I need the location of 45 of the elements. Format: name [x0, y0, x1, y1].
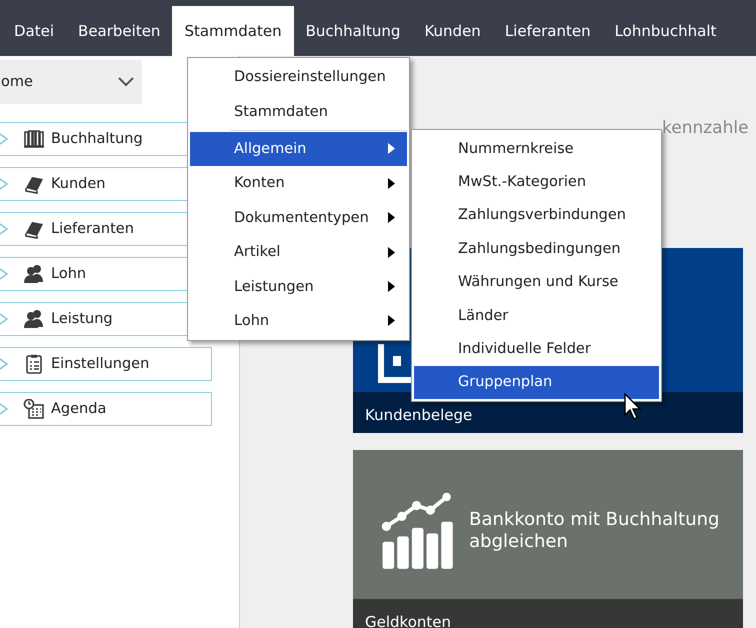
- expand-icon[interactable]: [0, 403, 9, 415]
- menu-item[interactable]: Zahlungsbedingungen: [414, 232, 659, 266]
- menu-item[interactable]: Länder: [414, 298, 659, 332]
- menu-item[interactable]: Stammdaten: [172, 6, 294, 56]
- submenu-arrow-icon: [388, 178, 395, 189]
- tile-caption: Geldkonten: [353, 599, 743, 628]
- section-heading: kennzahle: [662, 118, 749, 138]
- expand-icon[interactable]: [0, 313, 9, 325]
- expand-icon[interactable]: [0, 223, 9, 235]
- sidebar-item[interactable]: Einstellungen: [0, 347, 212, 381]
- home-dropdown[interactable]: ome: [0, 60, 142, 104]
- calendar-icon: [23, 399, 45, 419]
- expand-icon[interactable]: [0, 268, 9, 280]
- dashboard-tile[interactable]: Bankkonto mit Buchhaltung abgleichen Geldkonten: [353, 450, 743, 628]
- people-icon: [23, 309, 45, 329]
- expand-icon[interactable]: [0, 358, 9, 370]
- menu-item[interactable]: Buchhaltung: [294, 6, 412, 56]
- expand-icon[interactable]: [0, 133, 9, 145]
- people-icon: [23, 264, 45, 284]
- menu-item[interactable]: Zahlungsverbindungen: [414, 198, 659, 232]
- menu-item[interactable]: MwSt.-Kategorien: [414, 165, 659, 199]
- menu-item[interactable]: Kunden: [412, 6, 493, 56]
- menu-item[interactable]: Währungen und Kurse: [414, 266, 659, 299]
- notebook-icon: [23, 219, 45, 239]
- sidebar-item[interactable]: Agenda: [0, 392, 212, 426]
- menu-item[interactable]: Lieferanten: [492, 6, 603, 56]
- menu-item[interactable]: Dossiereinstellungen: [190, 60, 407, 94]
- menu-item[interactable]: Datei: [2, 6, 66, 56]
- clipboard-icon: [23, 354, 45, 374]
- menu-item[interactable]: Bearbeiten: [66, 6, 172, 56]
- submenu-arrow-icon: [388, 212, 395, 224]
- tile-text: Bankkonto mit Buchhaltung abgleichen: [469, 508, 720, 552]
- menu-item[interactable]: Lohnbuchhalt: [602, 6, 728, 56]
- submenu-arrow-icon: [388, 143, 395, 154]
- submenu-arrow-icon: [388, 281, 395, 292]
- menu-item[interactable]: Nummernkreise: [414, 132, 659, 166]
- menu-item[interactable]: Allgemein: [190, 132, 407, 166]
- submenu-arrow-icon: [388, 315, 395, 326]
- notebook-icon: [23, 174, 45, 194]
- book-icon: [23, 129, 45, 149]
- menu-item[interactable]: Gruppenplan: [414, 366, 659, 400]
- chevron-down-icon: [118, 77, 134, 87]
- submenu-arrow-icon: [388, 246, 395, 258]
- menu-item[interactable]: Individuelle Felder: [414, 332, 659, 366]
- expand-icon[interactable]: [0, 178, 9, 190]
